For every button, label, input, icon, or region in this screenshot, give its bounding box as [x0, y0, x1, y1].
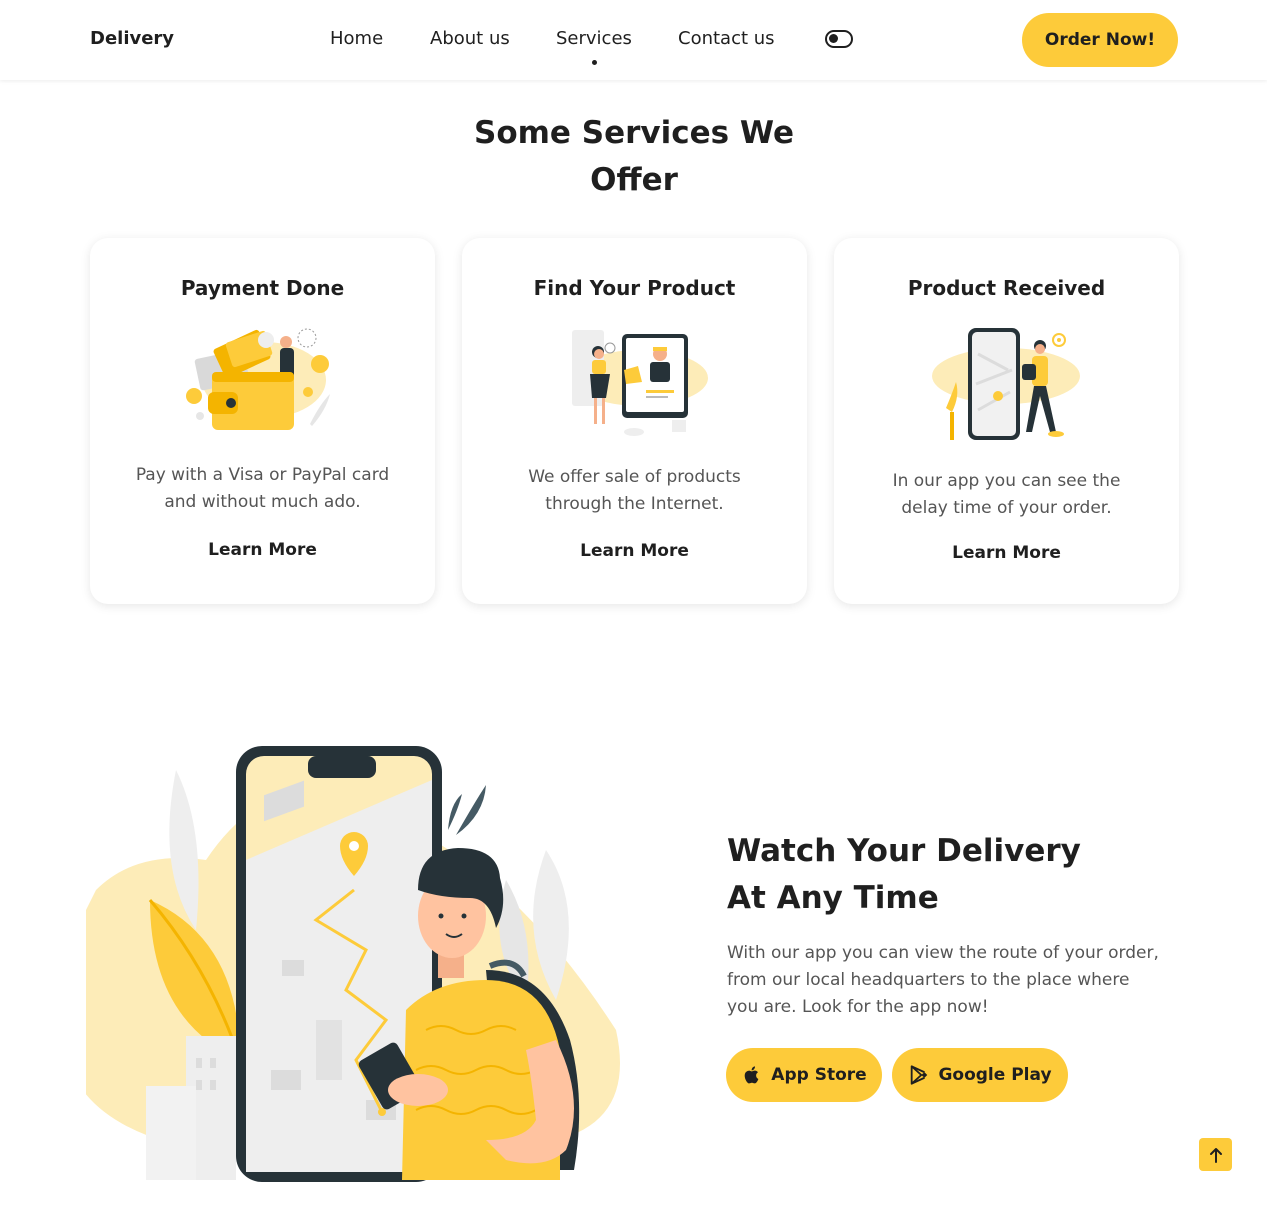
app-desc-line1: With our app you can view the route of y…: [727, 943, 1159, 963]
app-desc-line2: from our local headquarters to the place…: [727, 970, 1130, 990]
card-desc-line1: Pay with a Visa or PayPal card: [135, 465, 390, 485]
app-desc-line3: you are. Look for the app now!: [727, 997, 989, 1017]
learn-more-link[interactable]: Learn More: [90, 540, 435, 560]
wallet-payment-illustration-icon: [186, 328, 330, 430]
apple-icon: [745, 1066, 759, 1084]
app-section-description: With our app you can view the route of y…: [727, 940, 1197, 1021]
card-desc-line2: and without much ado.: [164, 492, 361, 512]
google-play-label: Google Play: [938, 1065, 1052, 1085]
card-description: In our app you can see the delay time of…: [854, 468, 1159, 522]
app-section-title: Watch Your Delivery At Any Time: [727, 828, 1167, 922]
services-title-line2: Offer: [590, 162, 678, 198]
order-now-button[interactable]: Order Now!: [1022, 13, 1178, 67]
theme-toggle-icon[interactable]: [825, 30, 853, 48]
toggle-knob: [829, 34, 838, 43]
site-header: Delivery Home About us Services Contact …: [0, 0, 1267, 80]
learn-more-link[interactable]: Learn More: [834, 543, 1179, 563]
site-logo[interactable]: Delivery: [90, 28, 174, 49]
card-title: Payment Done: [180, 276, 345, 300]
card-desc-line2: delay time of your order.: [901, 498, 1112, 518]
app-title-line2: At Any Time: [727, 880, 939, 916]
service-card-find-product: Find Your Product We offer sale of produ…: [462, 238, 807, 604]
arrow-up-icon: [1209, 1147, 1222, 1163]
learn-more-link[interactable]: Learn More: [462, 541, 807, 561]
online-shopping-illustration-icon: [572, 330, 708, 436]
card-title: Find Your Product: [533, 276, 736, 300]
nav-contact-us[interactable]: Contact us: [678, 28, 775, 49]
delivery-tracking-illustration-icon: [86, 746, 620, 1182]
phone-delivery-illustration-icon: [932, 328, 1080, 440]
card-desc-line1: We offer sale of products: [528, 467, 741, 487]
nav-services[interactable]: Services: [556, 28, 632, 49]
card-description: We offer sale of products through the In…: [482, 464, 787, 518]
card-description: Pay with a Visa or PayPal card and witho…: [110, 462, 415, 516]
active-nav-indicator: [592, 60, 597, 65]
service-card-payment: Payment Done Pay with a Visa or PayPal c…: [90, 238, 435, 604]
card-title: Product Received: [907, 276, 1106, 300]
services-title: Some Services We Offer: [434, 110, 834, 204]
service-card-product-received: Product Received In our app you can see …: [834, 238, 1179, 604]
app-store-label: App Store: [771, 1065, 867, 1085]
scroll-to-top-button[interactable]: [1199, 1138, 1232, 1171]
card-desc-line2: through the Internet.: [545, 494, 724, 514]
services-title-line1: Some Services We: [474, 115, 794, 151]
nav-home[interactable]: Home: [330, 28, 383, 49]
google-play-icon: [911, 1065, 928, 1085]
app-title-line1: Watch Your Delivery: [727, 833, 1081, 869]
app-store-button[interactable]: App Store: [726, 1048, 882, 1102]
nav-about-us[interactable]: About us: [430, 28, 510, 49]
card-desc-line1: In our app you can see the: [892, 471, 1121, 491]
google-play-button[interactable]: Google Play: [892, 1048, 1068, 1102]
